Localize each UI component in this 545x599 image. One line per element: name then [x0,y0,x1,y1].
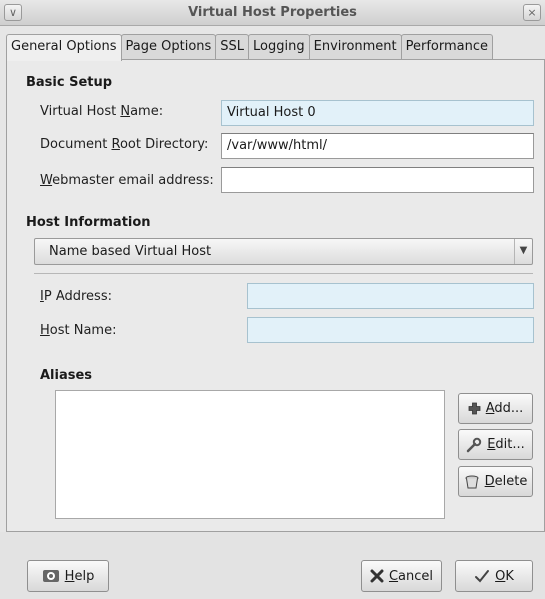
host-type-value: Name based Virtual Host [49,244,212,259]
ok-label: OK [495,568,514,584]
doc-root-label: Document Root Directory: [40,137,209,152]
add-alias-button[interactable]: Add... [458,393,533,424]
aliases-heading: Aliases [40,368,93,383]
edit-label: Edit... [487,437,525,452]
aliases-list[interactable] [55,390,445,519]
tab-ssl[interactable]: SSL [215,34,250,60]
close-button[interactable]: × [523,4,541,21]
tab-bar: General Options Page Options SSL Logging… [6,34,494,61]
tab-page-options[interactable]: Page Options [120,34,217,60]
host-type-select[interactable]: Name based Virtual Host ▼ [34,238,533,265]
tab-environment[interactable]: Environment [308,34,402,60]
wrench-icon [466,437,482,453]
trash-icon [464,474,480,490]
delete-alias-button[interactable]: Delete [458,466,533,497]
divider [34,273,533,274]
host-name-field[interactable] [247,317,534,343]
delete-label: Delete [484,474,528,489]
host-name-label: Host Name: [40,323,117,338]
doc-root-field[interactable]: /var/www/html/ [221,133,534,159]
checkmark-icon [474,569,490,583]
cancel-button[interactable]: Cancel [361,560,442,592]
help-label: Help [64,568,95,584]
add-label: Add... [485,401,524,416]
ip-address-field[interactable] [247,283,534,309]
tab-logging[interactable]: Logging [248,34,310,60]
title-bar: ∨ Virtual Host Properties × [0,0,545,26]
help-icon [42,568,60,584]
vhost-name-label: Virtual Host Name: [40,104,164,119]
webmaster-email-field[interactable] [221,167,534,193]
window-title: Virtual Host Properties [188,5,357,20]
cancel-label: Cancel [388,568,434,584]
chevron-down-icon: ▼ [514,239,532,264]
tab-performance[interactable]: Performance [400,34,494,60]
webmaster-label: Webmaster email address: [40,173,214,188]
ok-button[interactable]: OK [455,560,533,592]
vhost-name-field[interactable]: Virtual Host 0 [221,100,534,126]
basic-setup-heading: Basic Setup [26,75,113,90]
tab-general-options[interactable]: General Options [6,34,122,61]
ip-address-label: IP Address: [40,289,112,304]
help-button[interactable]: Help [27,560,109,592]
host-information-heading: Host Information [26,215,151,230]
plus-icon [468,402,481,415]
edit-alias-button[interactable]: Edit... [458,429,533,460]
cancel-x-icon [370,569,384,583]
